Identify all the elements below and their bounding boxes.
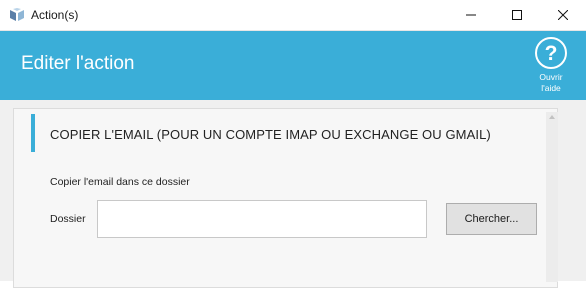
- open-help-button[interactable]: ? Ouvrir l'aide: [528, 37, 574, 97]
- maximize-icon: [512, 10, 522, 20]
- folder-input[interactable]: [97, 200, 427, 238]
- dialog-header: Editer l'action ? Ouvrir l'aide: [0, 31, 586, 100]
- help-label: Ouvrir l'aide: [539, 72, 563, 93]
- question-circle-icon: ?: [535, 37, 567, 69]
- section-accent-bar: [31, 114, 35, 152]
- folder-label: Dossier: [50, 213, 86, 225]
- folder-hint-text: Copier l'email dans ce dossier: [50, 176, 190, 188]
- close-icon: [558, 10, 568, 20]
- section-title: COPIER L'EMAIL (POUR UN COMPTE IMAP OU E…: [50, 127, 491, 142]
- scroll-up-icon[interactable]: [546, 114, 558, 124]
- minimize-icon: [466, 14, 476, 16]
- window-title: Action(s): [31, 8, 79, 22]
- window-titlebar: Action(s): [0, 0, 586, 31]
- close-button[interactable]: [540, 0, 586, 30]
- vertical-scrollbar[interactable]: [546, 112, 558, 282]
- page-title: Editer l'action: [21, 53, 135, 74]
- minimize-button[interactable]: [448, 0, 494, 30]
- maximize-button[interactable]: [494, 0, 540, 30]
- app-icon: [10, 8, 24, 21]
- browse-button[interactable]: Chercher...: [446, 203, 537, 235]
